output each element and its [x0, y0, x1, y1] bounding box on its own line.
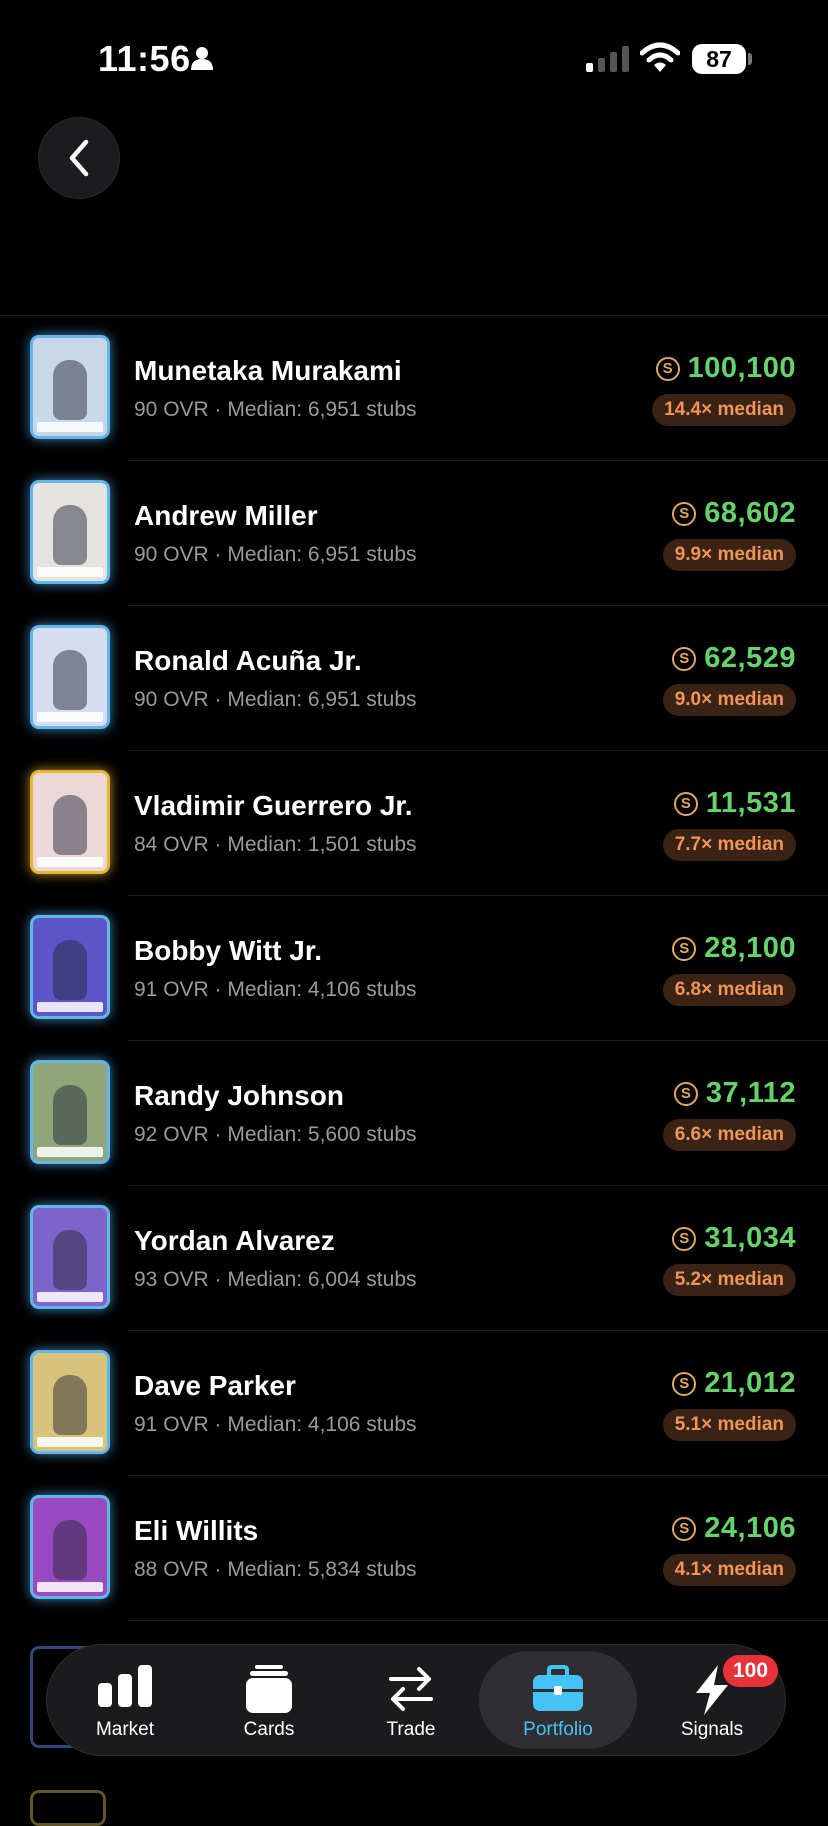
player-subtitle: 90 OVR · Median: 6,951 stubs: [134, 688, 417, 711]
player-card-image: [30, 335, 110, 439]
player-card-image-partial: [30, 1790, 106, 1826]
tab-signals[interactable]: 100 Signals: [647, 1645, 779, 1755]
battery-indicator: 87: [692, 44, 746, 74]
stubs-coin-icon: S: [672, 646, 697, 671]
tab-signals-label: Signals: [680, 1719, 744, 1740]
stubs-coin-icon: S: [672, 936, 697, 961]
row-divider: [128, 1620, 828, 1621]
player-card-image: [30, 480, 110, 584]
tab-trade-label: Trade: [386, 1719, 436, 1740]
player-name: Bobby Witt Jr.: [134, 935, 322, 966]
battery-tip: [748, 53, 752, 65]
back-chevron-icon: [69, 139, 89, 177]
player-card-image: [30, 1060, 110, 1164]
cellular-signal-icon: [586, 46, 629, 72]
person-icon: [191, 47, 213, 70]
wifi-icon: [640, 42, 680, 72]
player-name: Andrew Miller: [134, 500, 318, 531]
player-price: S 28,100: [672, 932, 796, 965]
player-row[interactable]: Vladimir Guerrero Jr. 84 OVR · Median: 1…: [0, 751, 828, 896]
player-name: Eli Willits: [134, 1515, 259, 1546]
tab-portfolio[interactable]: Portfolio: [479, 1645, 637, 1755]
cards-stack-icon: [246, 1665, 292, 1713]
tab-cards[interactable]: Cards: [197, 1645, 341, 1755]
stubs-coin-icon: S: [673, 791, 698, 816]
back-button[interactable]: [38, 117, 120, 199]
player-row[interactable]: Randy Johnson 92 OVR · Median: 5,600 stu…: [0, 1041, 828, 1186]
player-card-image: [30, 1495, 110, 1599]
player-subtitle: 93 OVR · Median: 6,004 stubs: [134, 1268, 417, 1291]
player-subtitle: 88 OVR · Median: 5,834 stubs: [134, 1558, 417, 1581]
player-card-image: [30, 770, 110, 874]
median-multiple-badge: 4.1× median: [662, 1554, 796, 1586]
player-card-image: [30, 915, 110, 1019]
player-row[interactable]: Andrew Miller 90 OVR · Median: 6,951 stu…: [0, 461, 828, 606]
player-name: Yordan Alvarez: [134, 1225, 335, 1256]
player-row[interactable]: Munetaka Murakami 90 OVR · Median: 6,951…: [0, 316, 828, 461]
stubs-coin-icon: S: [672, 1371, 697, 1396]
stubs-coin-icon: S: [655, 356, 680, 381]
player-name: Munetaka Murakami: [134, 355, 402, 386]
portfolio-briefcase-icon: [533, 1665, 583, 1711]
bottom-tab-bar: Market Cards Trade Portfolio 100 Signals: [46, 1644, 786, 1756]
player-price: S 62,529: [672, 642, 796, 675]
tab-portfolio-label: Portfolio: [523, 1719, 593, 1740]
stubs-coin-icon: S: [673, 1081, 698, 1106]
stubs-coin-icon: S: [672, 501, 697, 526]
player-subtitle: 91 OVR · Median: 4,106 stubs: [134, 978, 417, 1001]
tab-cards-label: Cards: [243, 1719, 295, 1740]
player-row[interactable]: Bobby Witt Jr. 91 OVR · Median: 4,106 st…: [0, 896, 828, 1041]
player-price: S 21,012: [672, 1367, 796, 1400]
stubs-coin-icon: S: [672, 1226, 697, 1251]
signals-notification-badge: 100: [723, 1655, 779, 1687]
player-name: Ronald Acuña Jr.: [134, 645, 362, 676]
player-price: S 31,034: [672, 1222, 796, 1255]
tab-market[interactable]: Market: [53, 1645, 197, 1755]
player-row[interactable]: Eli Willits 88 OVR · Median: 5,834 stubs…: [0, 1476, 828, 1621]
player-price: S 68,602: [672, 497, 796, 530]
player-price: S 37,112: [673, 1077, 796, 1110]
market-bars-icon: [98, 1665, 152, 1707]
median-multiple-badge: 5.2× median: [662, 1264, 796, 1296]
player-name: Vladimir Guerrero Jr.: [134, 790, 413, 821]
player-subtitle: 91 OVR · Median: 4,106 stubs: [134, 1413, 417, 1436]
player-name: Dave Parker: [134, 1370, 296, 1401]
player-price: S 24,106: [672, 1512, 796, 1545]
median-multiple-badge: 14.4× median: [652, 394, 796, 426]
player-price: S 100,100: [655, 352, 796, 385]
tab-trade[interactable]: Trade: [339, 1645, 483, 1755]
median-multiple-badge: 9.0× median: [662, 684, 796, 716]
median-multiple-badge: 9.9× median: [662, 539, 796, 571]
median-multiple-badge: 6.6× median: [662, 1119, 796, 1151]
player-row[interactable]: Dave Parker 91 OVR · Median: 4,106 stubs…: [0, 1331, 828, 1476]
player-name: Randy Johnson: [134, 1080, 345, 1111]
player-card-image: [30, 625, 110, 729]
status-time: 11:56: [98, 38, 191, 79]
tab-market-label: Market: [95, 1719, 155, 1740]
player-price: S 11,531: [673, 787, 796, 820]
player-list: Munetaka Murakami 90 OVR · Median: 6,951…: [0, 316, 828, 1621]
trade-arrows-icon: [389, 1667, 433, 1711]
median-multiple-badge: 6.8× median: [662, 974, 796, 1006]
player-row[interactable]: Ronald Acuña Jr. 90 OVR · Median: 6,951 …: [0, 606, 828, 751]
status-bar: 11:56 87: [0, 0, 828, 120]
stubs-coin-icon: S: [672, 1516, 697, 1541]
player-row[interactable]: Yordan Alvarez 93 OVR · Median: 6,004 st…: [0, 1186, 828, 1331]
player-subtitle: 92 OVR · Median: 5,600 stubs: [134, 1123, 417, 1146]
player-subtitle: 90 OVR · Median: 6,951 stubs: [134, 398, 417, 421]
player-subtitle: 90 OVR · Median: 6,951 stubs: [134, 543, 417, 566]
player-subtitle: 84 OVR · Median: 1,501 stubs: [134, 833, 417, 856]
median-multiple-badge: 5.1× median: [662, 1409, 796, 1441]
player-card-image: [30, 1350, 110, 1454]
median-multiple-badge: 7.7× median: [662, 829, 796, 861]
player-card-image: [30, 1205, 110, 1309]
